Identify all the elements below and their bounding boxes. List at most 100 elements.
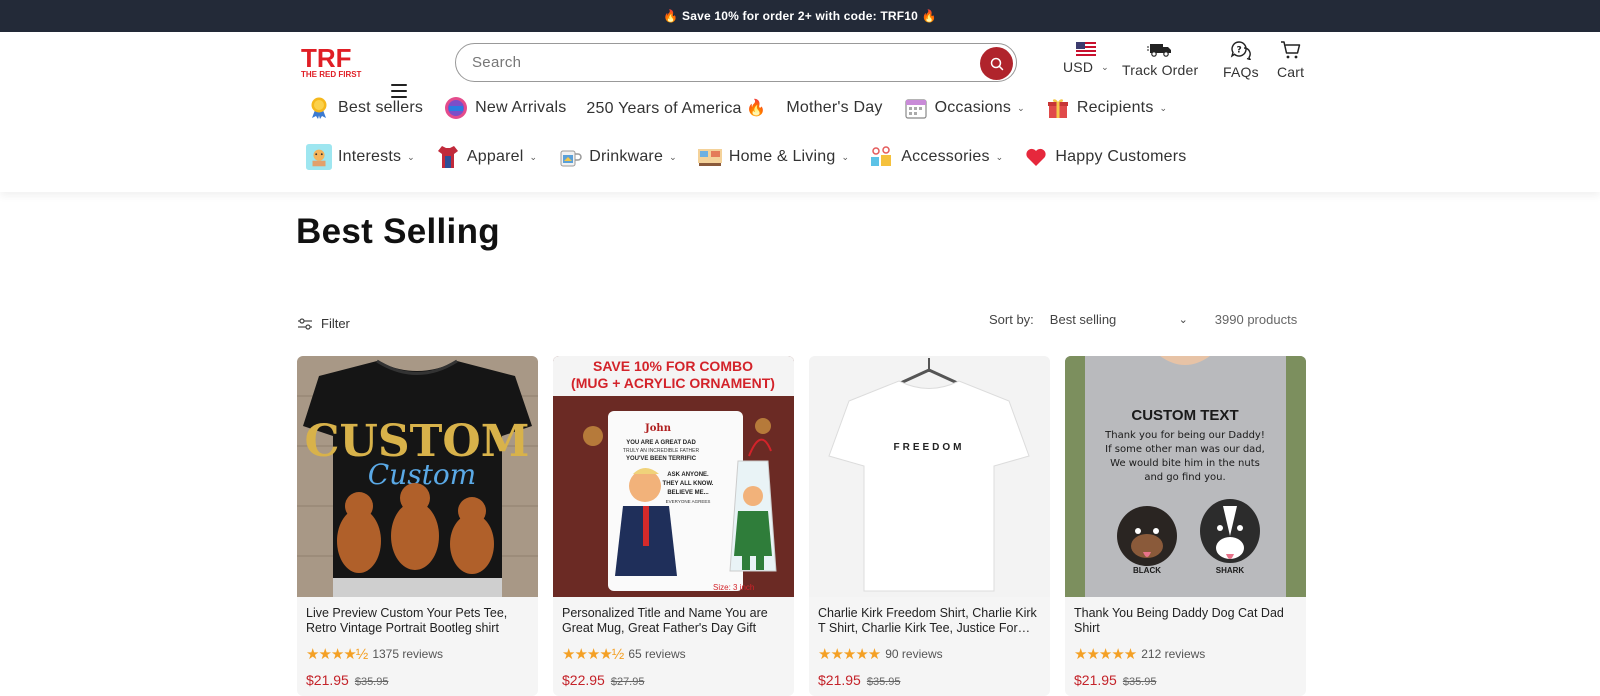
- nav-label: Apparel: [466, 148, 524, 165]
- logo-subtext: THE RED FIRST: [301, 70, 362, 79]
- promo-line-2: (MUG + ACRYLIC ORNAMENT): [571, 375, 775, 391]
- star-rating-icon: ★★★★½: [306, 646, 368, 663]
- truck-icon: [1147, 44, 1172, 57]
- cart-link[interactable]: Cart: [1277, 40, 1304, 80]
- product-title[interactable]: Charlie Kirk Freedom Shirt, Charlie Kirk…: [818, 606, 1041, 636]
- currency-label: USD: [1063, 59, 1094, 75]
- product-title[interactable]: Personalized Title and Name You are Grea…: [562, 606, 785, 636]
- search-input[interactable]: [472, 54, 952, 71]
- compare-price: $35.95: [866, 676, 901, 688]
- review-count: 65 reviews: [628, 647, 686, 661]
- review-count: 212 reviews: [1141, 647, 1206, 661]
- site-header: TRF THE RED FIRST USD ⌄: [0, 32, 1600, 192]
- currency-selector[interactable]: USD ⌄: [1063, 42, 1109, 75]
- product-image[interactable]: CUSTOM Custom: [297, 356, 538, 597]
- nav-row-secondary: Interests ⌄ Apparel ⌄ Drinkware ⌄ Home &…: [306, 144, 1206, 170]
- nav-item-interests[interactable]: Interests ⌄: [306, 144, 415, 170]
- nav-label: New Arrivals: [475, 99, 567, 116]
- track-order-link[interactable]: Track Order: [1122, 40, 1198, 78]
- mug-line: BELIEVE ME...: [667, 490, 709, 496]
- us-flag-icon: [1075, 42, 1096, 56]
- product-price: $21.95 $35.95: [1074, 672, 1297, 688]
- shirt-print-line: We would bite him in the nuts: [1110, 458, 1260, 469]
- cart-icon: [1280, 41, 1300, 59]
- mug-line: EVERYONE AGREES: [666, 499, 711, 504]
- nav-item-happy-customers[interactable]: Happy Customers: [1023, 144, 1186, 170]
- nav-item-mothers-day[interactable]: Mother's Day: [786, 99, 882, 117]
- sliders-icon: [298, 317, 312, 330]
- shirt-print-line: and go find you.: [1144, 472, 1225, 483]
- nav-item-drinkware[interactable]: Drinkware ⌄: [557, 144, 677, 170]
- filter-button[interactable]: Filter: [297, 316, 350, 331]
- gift-icon: [1045, 95, 1071, 121]
- nav-label: Recipients: [1076, 99, 1154, 116]
- size-label: Size: 3 inch: [713, 583, 754, 592]
- nav-label: Best sellers: [338, 99, 424, 116]
- search-button[interactable]: [980, 47, 1013, 80]
- product-image[interactable]: CUSTOM TEXT Thank you for being our Dadd…: [1065, 356, 1306, 597]
- product-title[interactable]: Thank You Being Daddy Dog Cat Dad Shirt: [1074, 606, 1297, 636]
- chevron-down-icon: ⌄: [1101, 61, 1109, 72]
- product-card[interactable]: CUSTOM Custom Live Preview Custom Your P…: [297, 356, 538, 696]
- chevron-down-icon: ⌄: [1017, 102, 1025, 113]
- sort-select[interactable]: Best selling ⌄: [1050, 312, 1188, 327]
- product-title[interactable]: Live Preview Custom Your Pets Tee, Retro…: [306, 606, 529, 636]
- shirt-print-text: FREEDOM: [894, 442, 965, 453]
- nav-item-recipients[interactable]: Recipients ⌄: [1045, 95, 1167, 121]
- product-card[interactable]: SAVE 10% FOR COMBO (MUG + ACRYLIC ORNAME…: [553, 356, 794, 696]
- chevron-down-icon: ⌄: [407, 151, 415, 162]
- filter-label: Filter: [321, 316, 350, 331]
- nav-item-apparel[interactable]: Apparel ⌄: [435, 144, 537, 170]
- nav-row-primary: Best sellers New Arrivals 250 Years of A…: [306, 95, 1187, 121]
- star-rating-icon: ★★★★★: [1074, 646, 1137, 663]
- interests-icon: [306, 144, 332, 170]
- shirt-print-heading: CUSTOM TEXT: [1131, 407, 1238, 424]
- product-card[interactable]: CUSTOM TEXT Thank you for being our Dadd…: [1065, 356, 1306, 696]
- nav-item-best-sellers[interactable]: Best sellers: [306, 95, 423, 121]
- review-count: 1375 reviews: [372, 647, 444, 661]
- nav-item-new-arrivals[interactable]: New Arrivals: [443, 95, 566, 121]
- shirt-print-line: If some other man was our dad,: [1105, 444, 1265, 455]
- chevron-down-icon: ⌄: [529, 151, 538, 162]
- announcement-text: 🔥 Save 10% for order 2+ with code: TRF10…: [663, 9, 937, 23]
- nav-item-250-years[interactable]: 250 Years of America 🔥: [586, 98, 766, 118]
- nav-label: Mother's Day: [786, 99, 883, 116]
- new-badge-icon: [443, 95, 469, 121]
- mug-line: TRULY AN INCREDIBLE FATHER: [623, 448, 700, 454]
- sort-value: Best selling: [1049, 312, 1117, 327]
- nav-label: Interests: [338, 148, 402, 165]
- mug-name: John: [644, 423, 672, 434]
- faq-chat-icon: ?: [1230, 41, 1251, 60]
- product-card[interactable]: FREEDOM Charlie Kirk Freedom Shirt, Char…: [809, 356, 1050, 696]
- star-rating-icon: ★★★★½: [562, 646, 624, 663]
- promo-line-1: SAVE 10% FOR COMBO: [593, 358, 753, 374]
- product-image[interactable]: FREEDOM: [809, 356, 1050, 597]
- review-count: 90 reviews: [885, 647, 943, 661]
- dog-name: BLACK: [1133, 566, 1161, 575]
- faqs-link[interactable]: ? FAQs: [1223, 40, 1259, 80]
- mug-icon: [557, 144, 583, 170]
- nav-label: Happy Customers: [1055, 148, 1187, 165]
- nav-item-home-living[interactable]: Home & Living ⌄: [697, 144, 849, 170]
- nav-label: 250 Years of America 🔥: [586, 100, 767, 117]
- mug-line: THEY ALL KNOW.: [663, 481, 714, 487]
- store-logo[interactable]: TRF THE RED FIRST: [300, 45, 362, 79]
- logo-text: TRF: [301, 45, 352, 73]
- home-living-icon: [697, 144, 723, 170]
- search-icon: [990, 57, 1003, 70]
- heart-icon: [1023, 144, 1049, 170]
- chevron-down-icon: ⌄: [669, 151, 677, 162]
- mug-line: YOU ARE A GREAT DAD: [626, 440, 696, 446]
- nav-item-accessories[interactable]: Accessories ⌄: [869, 144, 1003, 170]
- product-rating: ★★★★★ 212 reviews: [1074, 645, 1297, 663]
- nav-item-occasions[interactable]: Occasions ⌄: [903, 95, 1025, 121]
- search-box: [455, 43, 1017, 82]
- page-title: Best Selling: [296, 212, 500, 251]
- product-image[interactable]: SAVE 10% FOR COMBO (MUG + ACRYLIC ORNAME…: [553, 356, 794, 597]
- product-rating: ★★★★½ 1375 reviews: [306, 645, 529, 663]
- chevron-down-icon: ⌄: [1178, 314, 1188, 326]
- product-price: $21.95 $35.95: [818, 672, 1041, 688]
- sort-bar: Sort by: Best selling ⌄ 3990 products: [989, 312, 1297, 327]
- nav-label: Drinkware: [589, 148, 664, 165]
- compare-price: $27.95: [610, 676, 645, 688]
